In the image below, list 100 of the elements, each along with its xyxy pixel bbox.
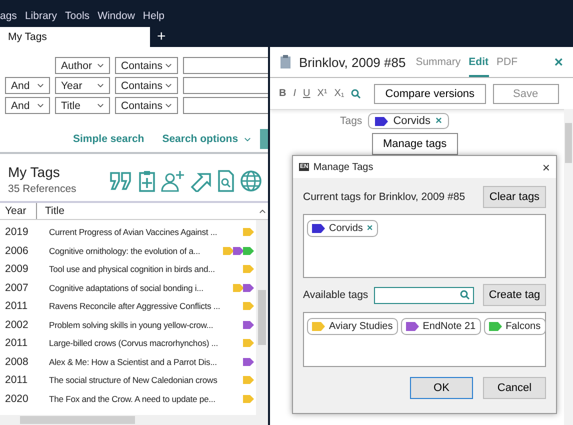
search-input[interactable] [183, 57, 268, 74]
column-header[interactable]: Title [36, 203, 256, 219]
panel-tab[interactable]: PDF [496, 47, 518, 77]
clipboard-icon [280, 55, 291, 69]
cancel-button[interactable]: Cancel [483, 377, 546, 399]
reference-row[interactable]: 2019 Current Progress of Avian Vaccines Against ... [0, 223, 256, 242]
year-cell-text: 2008 [4, 356, 30, 368]
year-cell-text: 2011 [4, 300, 29, 312]
reference-row[interactable]: 2002 Problem solving skills in young yellow-crow... [0, 316, 256, 334]
ok-button[interactable]: OK [410, 377, 473, 399]
reference-count: 35 References [8, 183, 76, 195]
dialog-title: Manage Tags [313, 162, 374, 172]
year-cell-text: 2002 [4, 318, 30, 331]
reference-title: Brinklov, 2009 #85 [299, 54, 406, 70]
year-cell-text: 2007 [4, 282, 30, 294]
logic-dropdown[interactable]: And [5, 97, 50, 114]
chevron-icon [244, 136, 252, 142]
title-cell-text: Current Progress of Avian Vaccines Against ... [48, 227, 218, 238]
create-tag-button[interactable]: Create tag [483, 284, 546, 306]
document-search-icon[interactable] [217, 170, 235, 192]
year-cell-text: 2006 [4, 244, 30, 257]
format-button[interactable]: B [279, 88, 286, 99]
current-tags-label: Current tags for Brinklov, 2009 #85 [303, 191, 466, 203]
title-cell-text: Ravens Reconcile after Aggressive Conflicts ... [48, 301, 222, 312]
tag-search-field[interactable] [374, 286, 474, 304]
clipboard-plus-icon[interactable] [138, 170, 156, 192]
arrow-icon[interactable] [190, 170, 212, 192]
tag-chip[interactable]: Corvids × [368, 113, 449, 129]
chevron-icon [165, 63, 172, 68]
reference-row[interactable]: 2009 Tool use and physical cognition in birds and... [0, 260, 256, 278]
chevron-icon [97, 63, 104, 68]
tag-name: Corvids [393, 115, 430, 127]
field-dropdown[interactable]: Year [55, 77, 110, 94]
field-dropdown[interactable]: Title [55, 97, 110, 114]
search-icon[interactable] [351, 88, 362, 98]
tag-chip[interactable]: Corvids × [307, 220, 378, 237]
title-cell-text: The social structure of New Caledonian crows [48, 375, 218, 386]
menu-item[interactable]: Help [142, 10, 165, 27]
tag-chip[interactable]: Falcons [484, 318, 546, 335]
menu-item[interactable]: Window [98, 10, 135, 27]
reference-row[interactable]: 2006 Cognitive ornithology: the evolution of a... [0, 242, 256, 260]
remove-tag-button[interactable]: × [366, 223, 373, 234]
tag-chip[interactable]: EndNote 21 [400, 318, 481, 335]
search-options-link[interactable]: Search options [162, 133, 238, 145]
globe-icon[interactable] [240, 170, 262, 192]
year-cell-text: 2020 [4, 392, 30, 405]
save-button[interactable]: Save [492, 84, 559, 104]
quote-icon[interactable] [109, 171, 133, 191]
year-cell-text: 2019 [4, 226, 30, 238]
tag-name: Aviary Studies [329, 321, 393, 332]
close-button[interactable]: × [542, 160, 550, 174]
available-tags-label: Available tags [303, 289, 368, 301]
remove-tag-button[interactable]: × [435, 115, 442, 127]
field-dropdown[interactable]: Author [55, 57, 110, 74]
new-tab-button[interactable]: + [157, 27, 166, 47]
title-cell-text: Large-billed crows (Corvus macrorhynchos) ... [48, 338, 220, 348]
vertical-scrollbar[interactable] [256, 220, 268, 415]
reference-row[interactable]: 2011 The social structure of New Caledonian crows [0, 371, 256, 390]
title-cell-text: Cognitive ornithology: the evolution of a... [48, 246, 202, 256]
manage-tags-button[interactable]: Manage tags [372, 133, 458, 155]
tag-name: Falcons [506, 321, 541, 332]
chevron-icon [165, 103, 172, 108]
operator-dropdown[interactable]: Contains [115, 57, 178, 74]
compare-versions-button[interactable]: Compare versions [374, 84, 486, 104]
logic-dropdown[interactable]: And [5, 77, 50, 94]
reference-row[interactable]: 2011 Large-billed crows (Corvus macrorhynchos) ... [0, 334, 256, 352]
menu-item[interactable]: Tools [65, 10, 90, 27]
panel-tab[interactable]: Edit [468, 47, 488, 77]
reference-row[interactable]: 2007 Cognitive adaptations of social bonding i... [0, 278, 256, 297]
vertical-scrollbar[interactable] [564, 109, 573, 425]
add-person-icon[interactable] [161, 170, 185, 192]
operator-dropdown[interactable]: Contains [115, 97, 178, 114]
search-input[interactable] [183, 97, 268, 114]
operator-dropdown[interactable]: Contains [115, 77, 178, 94]
close-button[interactable]: × [554, 54, 563, 70]
year-cell-text: 2009 [4, 263, 30, 276]
simple-search-link[interactable]: Simple search [73, 133, 144, 145]
reference-row[interactable]: 2008 Alex & Me: How a Scientist and a Parrot Dis... [0, 352, 256, 371]
title-cell-text: Cognitive adaptations of social bonding i... [48, 282, 204, 293]
menu-item[interactable]: Library [24, 10, 58, 27]
panel-tab[interactable]: Summary [416, 47, 461, 77]
reference-row[interactable]: 2011 Ravens Reconcile after Aggressive Conflicts ... [0, 297, 256, 316]
year-cell-text: 2011 [4, 374, 29, 386]
format-button[interactable]: I [293, 88, 296, 99]
title-cell-text: Tool use and physical cognition in birds and... [48, 264, 216, 274]
clear-tags-button[interactable]: Clear tags [483, 186, 546, 208]
group-title: My Tags [8, 164, 61, 180]
chevron-icon [37, 103, 44, 108]
search-input[interactable] [183, 77, 268, 94]
format-button[interactable]: U [303, 88, 310, 99]
format-button[interactable]: X¹ [317, 88, 328, 99]
menu-item[interactable]: ags [0, 10, 17, 27]
library-tab[interactable]: My Tags [0, 27, 150, 47]
title-cell-text: Problem solving skills in young yellow-crow... [48, 320, 214, 330]
reference-row[interactable]: 2020 The Fox and the Crow. A need to update pe... [0, 390, 256, 408]
field-label: Tags [340, 115, 362, 127]
format-button[interactable]: X₁ [334, 88, 344, 99]
horizontal-scrollbar[interactable] [0, 415, 268, 425]
column-header[interactable]: Year [0, 205, 36, 217]
tag-chip[interactable]: Aviary Studies [307, 318, 398, 335]
